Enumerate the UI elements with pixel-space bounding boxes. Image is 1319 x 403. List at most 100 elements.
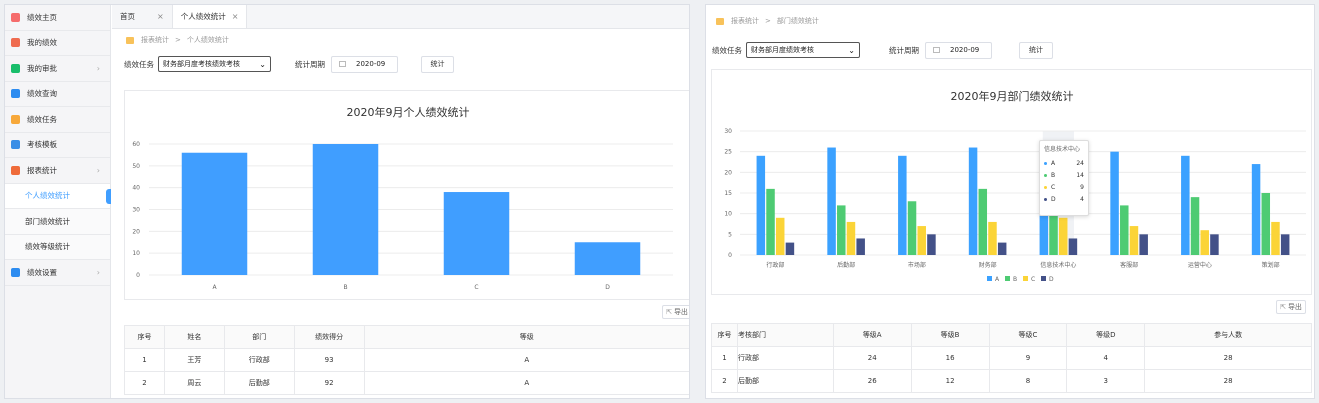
main-area: 首页 × 个人绩效统计 × 报表统计 > 个人绩效统计 绩效任务 财务部月度考核… [112,5,689,398]
filter-bar: 绩效任务 财务部月度绩效考核 ⌄ 统计周期 2020-09 统计 [706,37,1314,63]
bar[interactable] [1181,155,1190,255]
table-cell: 92 [293,371,365,395]
sidebar-item[interactable]: 部门绩效统计 [5,209,110,235]
bar[interactable] [1068,238,1078,255]
bar[interactable] [1271,221,1280,255]
tooltip-title: 信息技术中心 [1044,146,1081,153]
export-label: 导出 [673,308,688,316]
sidebar-item[interactable]: 个人绩效统计 [5,183,111,209]
task-label: 绩效任务 [124,59,154,69]
stats-button[interactable]: 统计 [1019,41,1053,59]
bar[interactable] [1261,193,1271,255]
sidebar-item[interactable]: 绩效设置 › [5,260,110,286]
period-date-picker[interactable]: 2020-09 [925,41,992,59]
bar[interactable] [312,144,379,275]
calendar-icon [933,47,940,53]
bar[interactable] [898,155,907,255]
table-header-cell: 等级A [832,323,912,347]
bar[interactable] [1251,164,1261,255]
table-row[interactable]: 1 行政部 24 16 9 4 28 [711,346,1312,370]
table-header-cell: 姓名 [163,325,225,349]
table-cell: 26 [832,369,912,393]
bar[interactable] [775,217,785,255]
legend-dot-icon [1044,185,1047,189]
bar[interactable] [1120,205,1129,255]
menu-icon [11,89,20,99]
tab-personal-stats[interactable]: 个人绩效统计 × [172,5,248,28]
bar[interactable] [1129,226,1139,255]
chart-title: 2020年9月个人绩效统计 [347,105,470,119]
personal-chart: 2020年9月个人绩效统计 0 10 20 30 40 50 60 A B C D [124,90,689,300]
sidebar-item[interactable]: 考核模板 [5,133,110,158]
bar[interactable] [907,201,917,255]
y-tick-label: 0 [136,272,140,279]
sidebar-item[interactable]: 绩效查询 [5,82,110,107]
table-cell: 行政部 [736,346,834,370]
sidebar-item[interactable]: 绩效主页 [5,5,110,31]
breadcrumb-current: 个人绩效统计 [186,36,229,44]
export-icon: ⇱ [666,308,672,316]
sidebar-item[interactable]: 绩效任务 [5,107,110,133]
bar[interactable] [856,238,865,255]
bar[interactable] [927,234,936,255]
sidebar-item[interactable]: 绩效等级统计 [5,234,110,260]
bar[interactable] [978,188,988,255]
breadcrumb-root[interactable]: 报表统计 [141,35,169,45]
bar[interactable] [766,188,775,255]
table-header-cell: 等级 [363,325,689,349]
period-label: 统计周期 [295,59,325,69]
table-row[interactable]: 2 后勤部 26 12 8 3 28 [711,369,1312,393]
table-row[interactable]: 1 王芳 行政部 93 A [124,348,689,372]
bar[interactable] [837,205,846,255]
bar[interactable] [785,242,795,255]
bar[interactable] [1058,217,1068,255]
chart-tooltip: 信息技术中心 A 24 B 14 C 9 D 4 [1039,140,1089,216]
bar[interactable] [997,242,1007,255]
bar[interactable] [1190,197,1200,255]
bar[interactable] [917,226,926,255]
table-row[interactable]: 2 周云 后勤部 92 A [124,371,689,395]
tooltip-rows: A 24 B 14 C 9 D 4 [1044,157,1084,205]
sidebar-item-label: 绩效查询 [27,89,57,99]
legend-label: D [1049,276,1054,283]
breadcrumb-root[interactable]: 报表统计 [731,16,759,26]
bar[interactable] [846,221,856,255]
bar[interactable] [1110,151,1119,255]
x-tick-label: 后勤部 [837,261,855,269]
sidebar-item[interactable]: 我的审批 › [5,56,110,82]
export-button[interactable]: ⇱ 导出 [1276,300,1306,314]
bar[interactable] [968,147,978,255]
tooltip-value: 14 [1076,171,1084,179]
table-cell: A [363,371,689,395]
legend-swatch-icon [987,276,992,281]
bar[interactable] [181,152,248,275]
close-icon[interactable]: × [232,12,239,21]
bar[interactable] [756,155,766,255]
table-cell: 93 [293,348,365,372]
period-date-picker[interactable]: 2020-09 [331,55,398,73]
stats-button[interactable]: 统计 [421,55,454,73]
tab-personal-stats-label: 个人绩效统计 [180,12,226,21]
table-cell: 4 [1066,346,1146,370]
x-tick-label: B [343,284,347,291]
department-chart-svg: 2020年9月部门绩效统计 0 5 10 15 20 25 30 行政部 后勤部 市场部 财务部 信息技… [724,89,1306,283]
bar[interactable] [1200,230,1209,255]
export-button[interactable]: ⇱ 导出 [662,305,689,319]
x-tick-label: C [474,284,478,291]
bar[interactable] [574,242,641,275]
task-select[interactable]: 财务部月度考核绩效考核 ⌄ [158,56,271,72]
sidebar-item[interactable]: 报表统计 › [5,158,110,184]
bar[interactable] [1280,234,1290,255]
close-icon[interactable]: × [157,12,164,21]
tooltip-row: B 14 [1044,169,1084,181]
sidebar-item[interactable]: 我的绩效 [5,31,110,56]
task-select[interactable]: 财务部月度绩效考核 ⌄ [746,42,860,58]
bar[interactable] [1210,234,1219,255]
bar[interactable] [1139,234,1148,255]
bar[interactable] [443,192,510,275]
table-cell: 1 [124,348,165,372]
bar[interactable] [827,147,836,255]
bar[interactable] [988,221,997,255]
tab-home[interactable]: 首页 × [112,5,173,28]
tab-home-label: 首页 [120,12,135,21]
